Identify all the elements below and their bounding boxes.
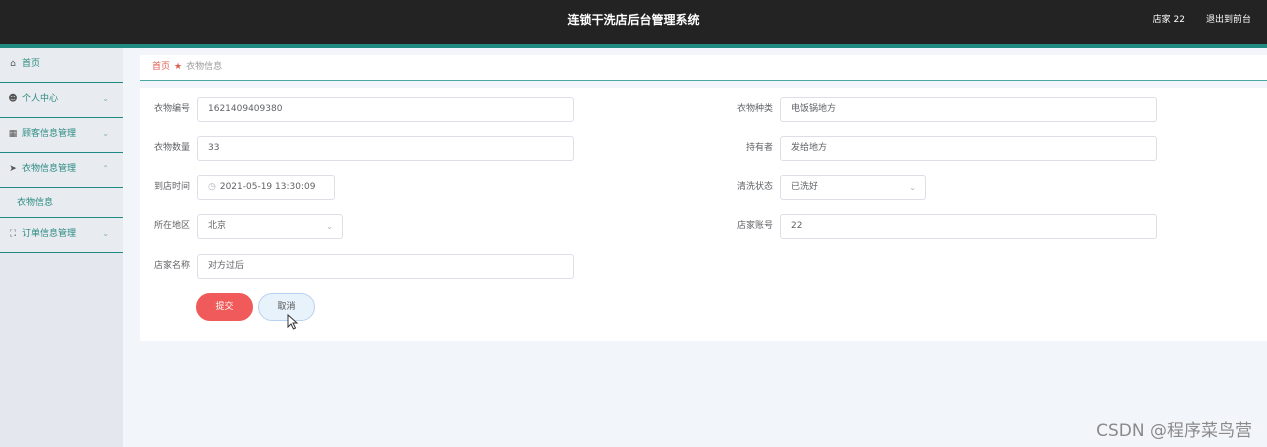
home-icon: ⌂ xyxy=(10,59,16,69)
sidebar-item-label: 顾客信息管理 xyxy=(22,129,77,139)
chevron-up-icon: ⌃ xyxy=(102,164,109,173)
chevron-down-icon: ⌄ xyxy=(102,94,109,103)
frame-icon: ⛶ xyxy=(9,229,17,239)
sidebar-item-customer-management[interactable]: ▦ 顾客信息管理 ⌄ xyxy=(0,118,123,153)
clothing-qty-input[interactable]: 33 xyxy=(197,136,574,161)
owner-input[interactable]: 发给地方 xyxy=(780,136,1157,161)
star-icon: ★ xyxy=(174,62,183,72)
sidebar-item-label: 个人中心 xyxy=(22,94,59,104)
wash-status-select[interactable]: 已洗好 ⌄ xyxy=(780,175,926,200)
chevron-down-icon: ⌄ xyxy=(909,183,916,192)
clothing-qty-label: 衣物数量 xyxy=(153,143,190,153)
clothing-no-input[interactable]: 1621409409380 xyxy=(197,97,574,122)
sidebar-item-label: 衣物信息管理 xyxy=(22,164,77,174)
store-name-label: 店家名称 xyxy=(153,261,190,271)
top-bar: 连锁干洗店后台管理系统 店家 22 退出到前台 xyxy=(0,0,1267,44)
arrival-time-picker[interactable]: ◷ 2021-05-19 13:30:09 xyxy=(197,175,335,200)
chevron-down-icon: ⌄ xyxy=(102,129,109,138)
user-icon: ☻ xyxy=(8,94,18,104)
clothing-type-input[interactable]: 电饭锅地方 xyxy=(780,97,1157,122)
region-select[interactable]: 北京 ⌄ xyxy=(197,214,343,239)
region-value: 北京 xyxy=(208,221,227,231)
topbar-accent-stripe xyxy=(0,44,1267,48)
sidebar-item-order-management[interactable]: ⛶ 订单信息管理 ⌄ xyxy=(0,218,123,253)
send-icon: ➤ xyxy=(9,164,17,174)
sidebar-item-personal-center[interactable]: ☻ 个人中心 ⌄ xyxy=(0,83,123,118)
region-label: 所在地区 xyxy=(153,221,190,231)
breadcrumb: 首页 ★ 衣物信息 xyxy=(140,55,1267,81)
arrival-time-value: 2021-05-19 13:30:09 xyxy=(219,182,316,192)
store-account-input[interactable]: 22 xyxy=(780,214,1157,239)
submit-button[interactable]: 提交 xyxy=(196,293,253,321)
chevron-down-icon: ⌄ xyxy=(102,229,109,238)
owner-label: 持有者 xyxy=(745,143,773,153)
chevron-down-icon: ⌄ xyxy=(326,222,333,231)
store-name-input[interactable]: 对方过后 xyxy=(197,254,574,279)
exit-to-frontend-link[interactable]: 退出到前台 xyxy=(1206,0,1251,40)
sidebar-item-home[interactable]: ⌂ 首页 xyxy=(0,48,123,83)
wash-status-value: 已洗好 xyxy=(791,182,819,192)
watermark: CSDN @程序菜鸟营 xyxy=(1096,421,1252,441)
sidebar: ⌂ 首页 ☻ 个人中心 ⌄ ▦ 顾客信息管理 ⌄ ➤ 衣物信息管理 ⌃ 衣物信息 ⛶ 订单… xyxy=(0,48,123,447)
wash-status-label: 清洗状态 xyxy=(736,182,773,192)
document-icon: ▦ xyxy=(8,129,18,139)
breadcrumb-home-link[interactable]: 首页 xyxy=(152,62,170,72)
sidebar-item-label: 订单信息管理 xyxy=(22,229,77,239)
clothing-type-label: 衣物种类 xyxy=(736,104,773,114)
breadcrumb-current: 衣物信息 xyxy=(186,62,223,72)
clothing-no-label: 衣物编号 xyxy=(153,104,190,114)
app-title: 连锁干洗店后台管理系统 xyxy=(567,13,700,27)
arrival-time-label: 到店时间 xyxy=(153,182,190,192)
sidebar-item-label: 首页 xyxy=(22,59,41,69)
current-user: 店家 22 xyxy=(1152,15,1185,25)
sidebar-item-clothing-management[interactable]: ➤ 衣物信息管理 ⌃ xyxy=(0,153,123,188)
sidebar-subitem-clothing-info[interactable]: 衣物信息 xyxy=(0,188,123,218)
clock-icon: ◷ xyxy=(208,182,216,192)
store-account-label: 店家账号 xyxy=(736,221,773,231)
